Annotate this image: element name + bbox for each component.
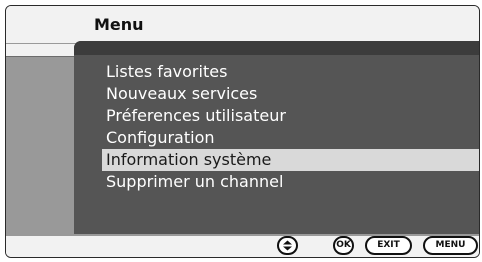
menu-button[interactable]: MENU	[423, 236, 478, 255]
menu-item-information-systeme[interactable]: Information système	[102, 149, 479, 171]
menu-item-listes-favorites[interactable]: Listes favorites	[74, 61, 479, 83]
remote-key-bar: OK EXIT MENU	[6, 236, 479, 257]
menu-item-preferences-utilisateur[interactable]: Préferences utilisateur	[74, 105, 479, 127]
menu-screen: Menu Listes favorites Nouveaux services …	[5, 5, 480, 258]
menu-item-supprimer-un-channel[interactable]: Supprimer un channel	[74, 171, 479, 193]
menu-panel-header	[74, 41, 479, 55]
up-down-arrows-icon[interactable]	[277, 236, 298, 255]
menu-item-configuration[interactable]: Configuration	[74, 127, 479, 149]
menu-item-nouveaux-services[interactable]: Nouveaux services	[74, 83, 479, 105]
page-title: Menu	[94, 15, 144, 34]
menu-list: Listes favorites Nouveaux services Préfe…	[74, 61, 479, 193]
menu-panel: Listes favorites Nouveaux services Préfe…	[74, 41, 479, 234]
ok-button[interactable]: OK	[333, 236, 354, 255]
exit-button[interactable]: EXIT	[365, 236, 412, 255]
title-bar: Menu	[6, 6, 479, 44]
